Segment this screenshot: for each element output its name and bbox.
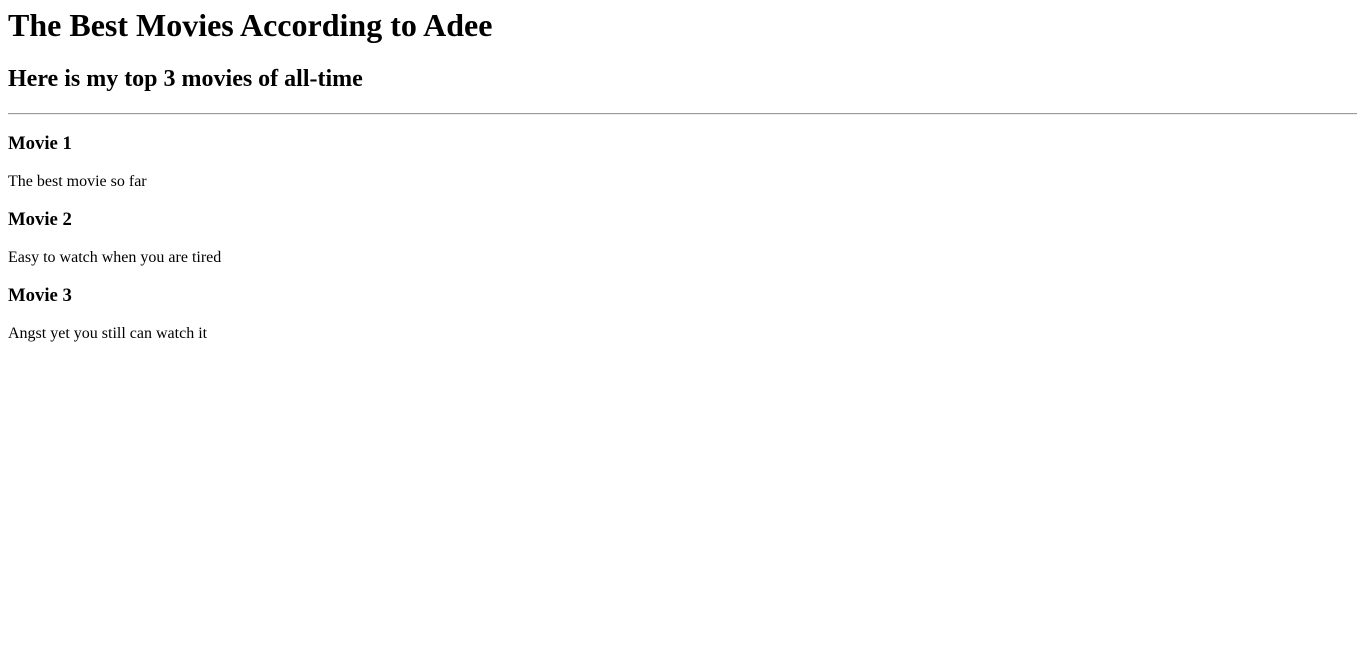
movie-description: The best movie so far (8, 173, 147, 190)
divider (8, 113, 1357, 115)
movie-item: Movie 2 Easy to watch when you are tired (8, 209, 1357, 267)
movie-description: Angst yet you still can watch it (8, 325, 208, 342)
movie-title: Movie 1 (8, 133, 72, 154)
page-title: The Best Movies According to Adee (8, 7, 493, 43)
movie-description: Easy to watch when you are tired (8, 249, 222, 266)
movie-item: Movie 3 Angst yet you still can watch it (8, 285, 1357, 343)
page-subtitle: Here is my top 3 movies of all-time (8, 66, 363, 92)
page-header: The Best Movies According to Adee Here i… (8, 7, 1357, 93)
movie-list: Movie 1 The best movie so far Movie 2 Ea… (8, 133, 1357, 343)
movie-title: Movie 2 (8, 209, 72, 230)
movie-title: Movie 3 (8, 285, 72, 306)
movie-item: Movie 1 The best movie so far (8, 133, 1357, 191)
